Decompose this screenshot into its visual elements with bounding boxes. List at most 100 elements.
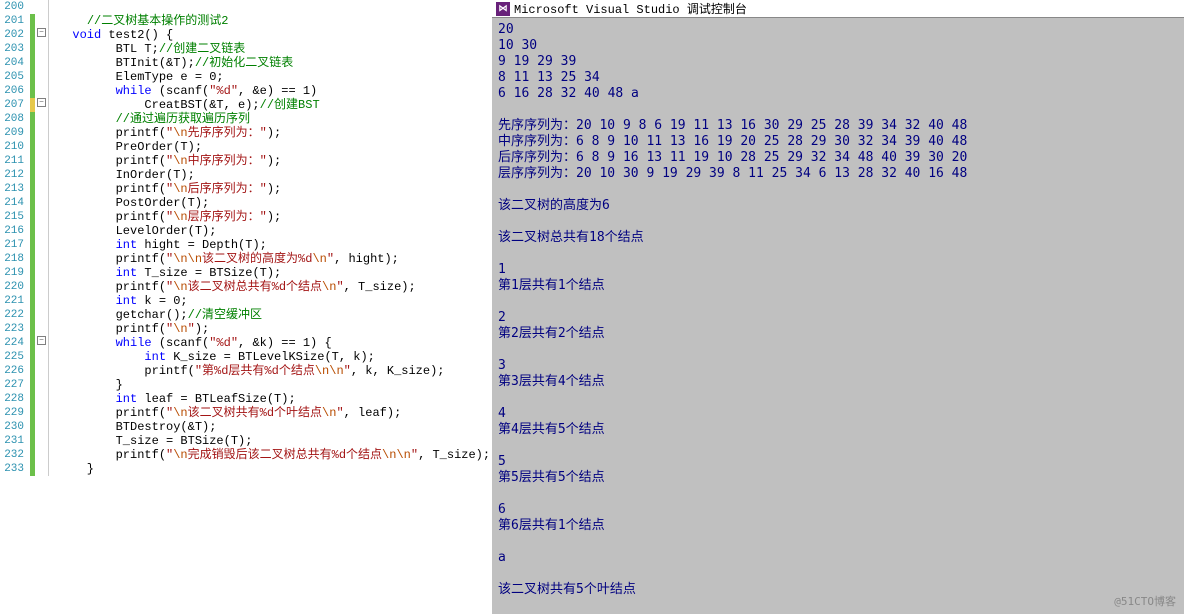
line-number: 221 <box>0 294 30 308</box>
line-number: 200 <box>0 0 30 14</box>
code-line[interactable]: //二叉树基本操作的测试2 <box>58 14 492 28</box>
fold-column <box>35 70 49 84</box>
code-line[interactable]: void test2() { <box>58 28 492 42</box>
code-line[interactable]: printf("\n完成销毁后该二叉树总共有%d个结点\n\n", T_size… <box>58 448 492 462</box>
fold-column <box>35 364 49 378</box>
fold-column <box>35 210 49 224</box>
code-line[interactable]: int K_size = BTLevelKSize(T, k); <box>58 350 492 364</box>
console-line <box>498 486 1178 502</box>
code-line[interactable]: printf("\n\n该二叉树的高度为%d\n", hight); <box>58 252 492 266</box>
line-number: 217 <box>0 238 30 252</box>
code-line[interactable]: PreOrder(T); <box>58 140 492 154</box>
code-line[interactable]: LevelOrder(T); <box>58 224 492 238</box>
console-line: 层序序列为：20 10 30 9 19 29 39 8 11 25 34 6 1… <box>498 166 1178 182</box>
watermark-text: @51CTO博客 <box>1114 594 1176 610</box>
fold-column <box>35 182 49 196</box>
code-line[interactable]: printf("\n该二叉树共有%d个叶结点\n", leaf); <box>58 406 492 420</box>
code-line[interactable]: BTInit(&T);//初始化二叉链表 <box>58 56 492 70</box>
fold-column <box>35 224 49 238</box>
console-line: 1 <box>498 262 1178 278</box>
console-line: 9 19 29 39 <box>498 54 1178 70</box>
code-line[interactable] <box>58 0 492 14</box>
line-number: 218 <box>0 252 30 266</box>
code-line[interactable]: printf("\n中序序列为："); <box>58 154 492 168</box>
line-number: 211 <box>0 154 30 168</box>
code-line[interactable]: int hight = Depth(T); <box>58 238 492 252</box>
code-line[interactable]: } <box>58 462 492 476</box>
code-line[interactable]: int T_size = BTSize(T); <box>58 266 492 280</box>
code-line[interactable]: printf("\n该二叉树总共有%d个结点\n", T_size); <box>58 280 492 294</box>
code-area[interactable]: //二叉树基本操作的测试2 void test2() { BTL T;//创建二… <box>54 0 492 614</box>
code-line[interactable]: CreatBST(&T, e);//创建BST <box>58 98 492 112</box>
console-line: 6 <box>498 502 1178 518</box>
line-number: 206 <box>0 84 30 98</box>
line-number: 209 <box>0 126 30 140</box>
line-number: 212 <box>0 168 30 182</box>
code-line[interactable]: while (scanf("%d", &k) == 1) { <box>58 336 492 350</box>
line-number: 225 <box>0 350 30 364</box>
line-number: 210 <box>0 140 30 154</box>
line-number: 205 <box>0 70 30 84</box>
console-line: 5 <box>498 454 1178 470</box>
fold-column <box>35 448 49 462</box>
line-number: 228 <box>0 392 30 406</box>
console-line <box>498 182 1178 198</box>
fold-column <box>35 56 49 70</box>
code-line[interactable]: int leaf = BTLeafSize(T); <box>58 392 492 406</box>
code-line[interactable]: InOrder(T); <box>58 168 492 182</box>
code-line[interactable]: //通过遍历获取遍历序列 <box>58 112 492 126</box>
console-line: 4 <box>498 406 1178 422</box>
code-line[interactable]: getchar();//清空缓冲区 <box>58 308 492 322</box>
console-line: 中序序列为：6 8 9 10 11 13 16 19 20 25 28 29 3… <box>498 134 1178 150</box>
console-titlebar: ⋈ Microsoft Visual Studio 调试控制台 <box>492 0 1184 18</box>
line-number: 213 <box>0 182 30 196</box>
fold-column <box>35 462 49 476</box>
fold-column <box>35 0 49 14</box>
console-line <box>498 102 1178 118</box>
line-number: 219 <box>0 266 30 280</box>
code-line[interactable]: BTL T;//创建二叉链表 <box>58 42 492 56</box>
code-line[interactable]: } <box>58 378 492 392</box>
fold-column <box>35 42 49 56</box>
fold-column <box>35 308 49 322</box>
editor-gutter: 200201202−203204205206207−20820921021121… <box>0 0 54 614</box>
console-line: 后序序列为：6 8 9 16 13 11 19 10 28 25 29 32 3… <box>498 150 1178 166</box>
fold-toggle-icon[interactable]: − <box>37 28 46 37</box>
fold-toggle-icon[interactable]: − <box>37 336 46 345</box>
fold-column <box>35 420 49 434</box>
console-line: 先序序列为：20 10 9 8 6 19 11 13 16 30 29 25 2… <box>498 118 1178 134</box>
console-line: 20 <box>498 22 1178 38</box>
line-number: 201 <box>0 14 30 28</box>
code-line[interactable]: printf("\n后序序列为："); <box>58 182 492 196</box>
fold-toggle-icon[interactable]: − <box>37 98 46 107</box>
fold-column <box>35 196 49 210</box>
fold-column <box>35 140 49 154</box>
console-line: 第3层共有4个结点 <box>498 374 1178 390</box>
line-number: 203 <box>0 42 30 56</box>
code-line[interactable]: printf("第%d层共有%d个结点\n\n", k, K_size); <box>58 364 492 378</box>
line-number: 222 <box>0 308 30 322</box>
line-number: 207 <box>0 98 30 112</box>
code-line[interactable]: PostOrder(T); <box>58 196 492 210</box>
code-line[interactable]: int k = 0; <box>58 294 492 308</box>
fold-column <box>35 112 49 126</box>
console-output[interactable]: 2010 309 19 29 398 11 13 25 346 16 28 32… <box>492 18 1184 614</box>
console-line <box>498 294 1178 310</box>
code-line[interactable]: printf("\n层序序列为："); <box>58 210 492 224</box>
console-line <box>498 438 1178 454</box>
console-line: 第2层共有2个结点 <box>498 326 1178 342</box>
line-number: 208 <box>0 112 30 126</box>
console-line: 第4层共有5个结点 <box>498 422 1178 438</box>
line-number: 204 <box>0 56 30 70</box>
fold-column <box>35 238 49 252</box>
code-line[interactable]: printf("\n先序序列为："); <box>58 126 492 140</box>
console-line <box>498 534 1178 550</box>
code-line[interactable]: ElemType e = 0; <box>58 70 492 84</box>
fold-column: − <box>35 28 49 42</box>
console-line <box>498 566 1178 582</box>
console-line <box>498 342 1178 358</box>
code-line[interactable]: T_size = BTSize(T); <box>58 434 492 448</box>
code-line[interactable]: BTDestroy(&T); <box>58 420 492 434</box>
code-line[interactable]: printf("\n"); <box>58 322 492 336</box>
code-line[interactable]: while (scanf("%d", &e) == 1) <box>58 84 492 98</box>
